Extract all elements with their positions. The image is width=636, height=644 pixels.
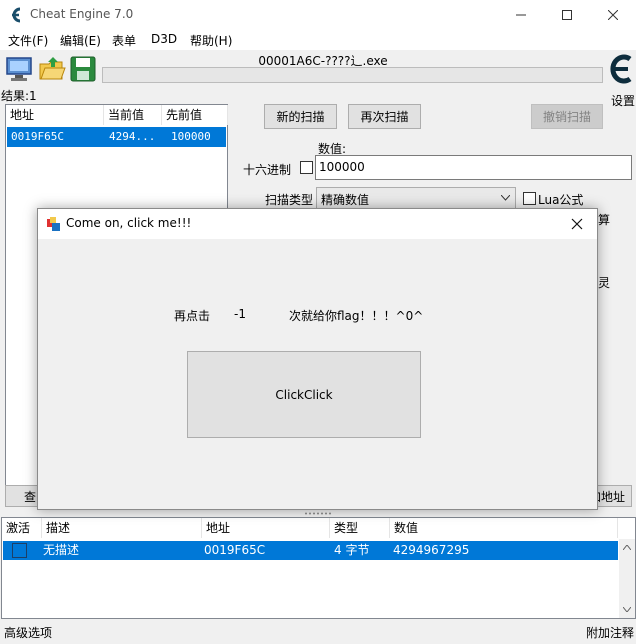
scan-type-select[interactable]: 精确数值 [316,187,516,209]
cheat-engine-logo-icon [610,54,632,84]
column-header-address[interactable]: 地址 [6,105,104,125]
scan-value-text: 100000 [319,160,365,174]
scan-type-label: 扫描类型 [265,193,314,207]
hex-checkbox[interactable] [300,161,313,174]
settings-button[interactable]: 设置 [604,52,636,108]
menu-d3d[interactable]: D3D [151,32,177,46]
cheat-engine-logo-icon [12,7,21,23]
computer-icon [6,57,32,81]
click-prompt-suffix: 次就给你flag！！！^0^ [289,309,424,323]
lua-label: Lua公式 [538,193,584,207]
status-bar: 高级选项 附加注释 [0,620,636,644]
column-header-type[interactable]: 类型 [330,518,390,538]
row-address: 0019F65C [204,543,266,557]
minimize-icon [516,14,526,16]
advanced-options-link[interactable]: 高级选项 [4,624,52,641]
row-type[interactable]: 4 字节 [334,541,369,560]
scan-value-input[interactable]: 100000 [315,155,632,180]
next-scan-button[interactable]: 再次扫描 [348,104,421,129]
column-header-current[interactable]: 当前值 [104,105,162,125]
progress-bar [102,67,603,83]
splitter[interactable] [0,511,636,516]
row-description[interactable]: 无描述 [43,541,79,560]
column-header-previous[interactable]: 先前值 [162,105,228,125]
remaining-clicks: -1 [234,307,246,321]
menu-edit[interactable]: 编辑(E) [60,32,101,49]
undo-scan-button[interactable]: 撤销扫描 [531,104,603,129]
row-current-value: 4294... [109,130,156,143]
app-icon [47,217,60,231]
table-extras-link[interactable]: 附加注释 [586,624,634,641]
active-checkbox[interactable] [12,543,27,558]
title-bar: Cheat Engine 7.0 [0,0,636,30]
address-table[interactable]: 激活 描述 地址 类型 数值 无描述 0019F65C 4 字节 4294967… [1,517,636,619]
column-header-active[interactable]: 激活 [2,518,42,538]
results-count: 结果:1 [1,89,37,103]
row-address: 0019F65C [11,130,64,143]
column-header-value[interactable]: 数值 [390,518,618,538]
settings-label: 设置 [611,94,636,108]
close-icon [608,10,618,20]
lua-checkbox[interactable] [523,192,536,205]
scroll-down-icon[interactable] [623,607,631,612]
grip-icon [305,512,331,515]
chevron-down-icon [501,195,510,201]
click-prompt-prefix: 再点击 [174,309,211,323]
clipped-text-right-2: 灵 [598,276,611,290]
clickclick-button[interactable]: ClickClick [187,351,421,438]
menu-bar: 文件(F) 编辑(E) 表单 D3D 帮助(H) [0,30,636,50]
row-value[interactable]: 4294967295 [393,541,469,560]
row-previous-value: 100000 [171,130,211,143]
dialog-close-button[interactable] [570,217,584,231]
minimize-button[interactable] [498,0,544,30]
open-process-button[interactable] [5,55,33,83]
click-me-dialog: Come on, click me!!! 再点击 -1 次就给你flag！！！^… [37,208,598,510]
menu-help[interactable]: 帮助(H) [190,32,232,49]
vertical-scrollbar[interactable] [619,539,635,618]
folder-open-icon [39,57,66,80]
menu-table[interactable]: 表单 [112,32,136,49]
dialog-title-bar: Come on, click me!!! [38,209,597,239]
maximize-icon [562,10,572,20]
scroll-up-icon[interactable] [623,545,631,550]
dialog-title: Come on, click me!!! [66,216,192,230]
window-title: Cheat Engine 7.0 [30,7,134,21]
new-scan-button[interactable]: 新的扫描 [264,104,337,129]
maximize-button[interactable] [544,0,590,30]
close-button[interactable] [590,0,636,30]
table-row[interactable]: 0019F65C 4294... 100000 [7,127,226,147]
clipped-text-right: 算 [598,213,611,227]
hex-label: 十六进制 [243,163,292,177]
scan-type-value: 精确数值 [321,193,370,207]
column-header-address[interactable]: 地址 [202,518,330,538]
load-table-button[interactable] [38,55,66,83]
save-icon [70,56,96,82]
column-header-description[interactable]: 描述 [42,518,202,538]
save-table-button[interactable] [69,55,97,83]
menu-file[interactable]: 文件(F) [8,32,48,49]
table-row[interactable]: 无描述 0019F65C 4 字节 4294967295 [3,541,618,560]
close-icon [571,218,583,230]
